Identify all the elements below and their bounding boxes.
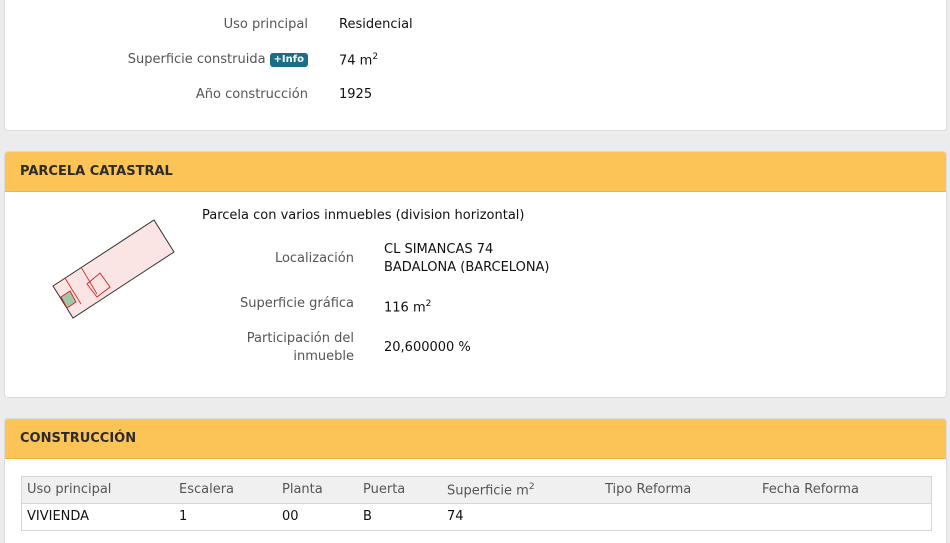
participacion-row: Participación del inmueble 20,600000 % (5, 330, 471, 366)
col-escalera: Escalera (174, 477, 277, 504)
anio-construccion-label: Año construcción (195, 87, 308, 102)
col-fecha-reforma: Fecha Reforma (757, 477, 931, 504)
col-tipo-reforma: Tipo Reforma (600, 477, 757, 504)
superficie-grafica-row: Superficie gráfica 116 m2 (5, 295, 431, 315)
col-superficie-label: Superficie m (447, 482, 529, 498)
superficie-grafica-label: Superficie gráfica (239, 296, 354, 311)
superficie-construida-label-group: Superficie construida +Info (5, 52, 308, 67)
cell-fecha-reforma (757, 503, 931, 530)
cell-uso-principal: VIVIENDA (27, 509, 90, 525)
localizacion-label: Localización (274, 251, 354, 266)
superficie-construida-value: 74 m2 (339, 52, 378, 68)
construccion-panel: CONSTRUCCIÓN Uso principal Escalera Plan… (4, 418, 947, 543)
localizacion-line1: CL SIMANCAS 74 (384, 242, 494, 257)
localizacion-line2: BADALONA (BARCELONA) (384, 260, 550, 275)
cell-tipo-reforma (600, 503, 757, 530)
table-row: VIVIENDA 1 00 B 74 (22, 503, 931, 530)
uso-principal-value: Residencial (339, 17, 413, 32)
col-superficie-sup: 2 (528, 481, 535, 492)
superficie-unit-sup: 2 (372, 52, 379, 62)
construccion-table-header-row: Uso principal Escalera Planta Puerta Sup… (22, 477, 931, 504)
superficie-construida-label: Superficie construida (127, 52, 266, 67)
cell-puerta: B (363, 509, 372, 525)
cell-escalera: 1 (179, 509, 188, 525)
superficie-grafica-number: 116 m (384, 300, 426, 316)
cell-planta: 00 (282, 509, 299, 525)
uso-principal-row: Uso principal Residencial (5, 17, 413, 32)
localizacion-value: CL SIMANCAS 74 BADALONA (BARCELONA) (384, 241, 550, 277)
inmueble-panel: Uso principal Residencial Superficie con… (4, 0, 947, 131)
participacion-value: 20,600000 % (384, 340, 471, 355)
superficie-construida-number: 74 m (339, 53, 373, 69)
col-superficie: Superficie m2 (442, 477, 600, 504)
localizacion-row: Localización CL SIMANCAS 74 BADALONA (BA… (5, 241, 550, 275)
parcela-title: Parcela con varios inmuebles (division h… (202, 208, 525, 223)
superficie-grafica-unit-sup: 2 (425, 299, 432, 309)
info-badge-button[interactable]: +Info (269, 53, 308, 67)
col-uso-principal: Uso principal (22, 477, 174, 504)
uso-principal-label: Uso principal (223, 17, 308, 32)
participacion-label: Participación del inmueble (5, 330, 354, 366)
participacion-label-line1: Participación del (246, 331, 354, 346)
construccion-table: Uso principal Escalera Planta Puerta Sup… (21, 476, 932, 531)
superficie-grafica-value: 116 m2 (384, 295, 431, 317)
col-puerta: Puerta (358, 477, 442, 504)
parcela-panel: PARCELA CATASTRAL Parcela con varios inm… (4, 151, 947, 398)
cell-superficie: 74 (447, 509, 464, 525)
anio-construccion-row: Año construcción 1925 (5, 87, 372, 102)
construccion-header: CONSTRUCCIÓN (5, 419, 946, 459)
col-planta: Planta (277, 477, 358, 504)
participacion-label-line2: inmueble (293, 349, 354, 364)
parcela-header: PARCELA CATASTRAL (5, 152, 946, 192)
anio-construccion-value: 1925 (339, 87, 373, 102)
superficie-construida-row: Superficie construida +Info 74 m2 (5, 52, 378, 68)
